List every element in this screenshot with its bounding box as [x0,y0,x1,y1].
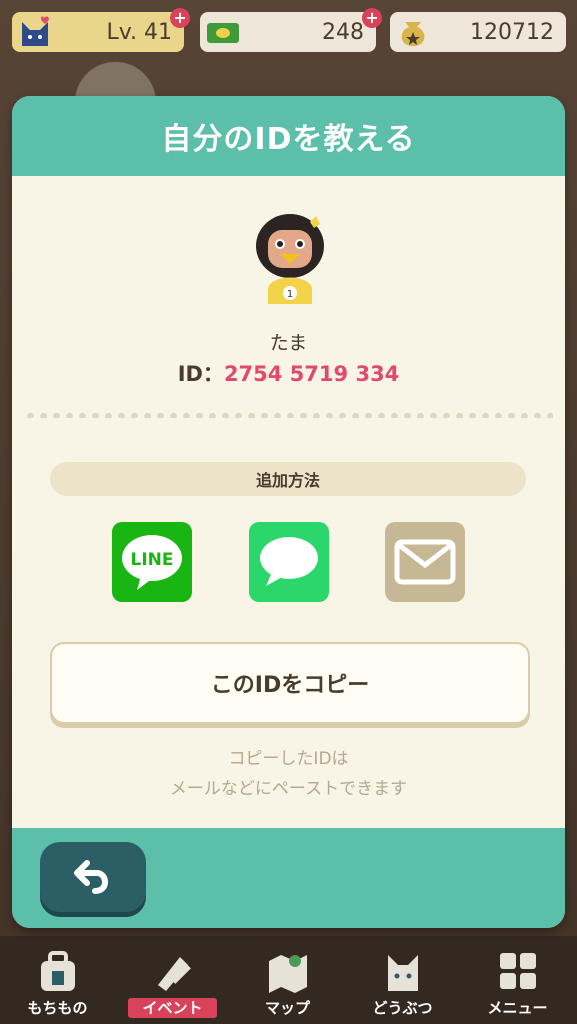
menu-grid-icon [499,953,536,989]
nav-animals[interactable]: どうぶつ [345,949,460,1018]
dialog-title: 自分のIDを教える [12,96,565,176]
avatar-badge: 1 [287,289,293,300]
line-logo-text: LINE [131,550,174,570]
nav-map[interactable]: マップ [230,949,345,1018]
speech-bubble-icon [260,537,318,586]
copy-hint-line1: コピーしたIDは [228,749,349,769]
bells-count: 120712 [470,19,554,45]
nav-menu[interactable]: メニュー [460,949,575,1018]
nav-label-event: イベント [128,998,217,1018]
player-avatar: 1 [248,208,332,304]
nav-label-menu: メニュー [487,999,548,1017]
map-icon [268,955,307,993]
nav-label-map: マップ [264,999,310,1017]
copy-hint-line2: メールなどにペーストできます [169,779,408,799]
share-method-label: 追加方法 [50,462,526,496]
nav-label-items: もちもの [27,999,88,1017]
player-name: たま [269,332,308,354]
status-bar: Lv. 41 + 248 + 120712 [0,8,577,56]
share-line-button[interactable]: LINE [112,522,192,602]
share-id-dialog: 自分のIDを教える 1 たま ID：2754 5719 334 追加方法 LIN… [12,96,565,928]
return-arrow-icon [74,860,108,894]
bottom-nav: もちもの イベント マップ どうぶつ メニュー [0,936,577,1024]
cat-face-icon [18,16,52,48]
player-id-value: 2754 5719 334 [223,362,400,386]
leaf-ticket-icon [206,16,240,48]
dotted-divider [24,412,553,418]
bells-display: 120712 [390,12,566,52]
bell-bag-icon [396,16,430,48]
animal-icon [387,955,418,991]
dialog-footer [12,828,565,928]
player-id-line: ID：2754 5719 334 [12,358,565,388]
ticket-display[interactable]: 248 + [200,8,382,52]
mail-icon [394,539,456,585]
nav-items[interactable]: もちもの [0,949,115,1018]
back-button[interactable] [40,842,146,912]
ticket-count: 248 [322,19,364,45]
level-value: Lv. 41 [106,19,172,45]
id-label: ID： [177,362,224,386]
share-mail-button[interactable] [385,522,465,602]
level-display[interactable]: Lv. 41 + [12,8,190,52]
copy-hint: コピーしたIDは メールなどにペーストできます [12,744,565,804]
bag-icon [40,951,75,991]
line-app-icon: LINE [122,535,182,590]
share-message-button[interactable] [249,522,329,602]
nav-event[interactable]: イベント [115,949,230,1018]
event-icon [157,957,191,991]
copy-id-button[interactable]: このIDをコピー [50,642,530,724]
level-info-icon[interactable]: + [170,8,190,28]
buy-tickets-button[interactable]: + [362,8,382,28]
nav-label-animals: どうぶつ [372,999,433,1017]
